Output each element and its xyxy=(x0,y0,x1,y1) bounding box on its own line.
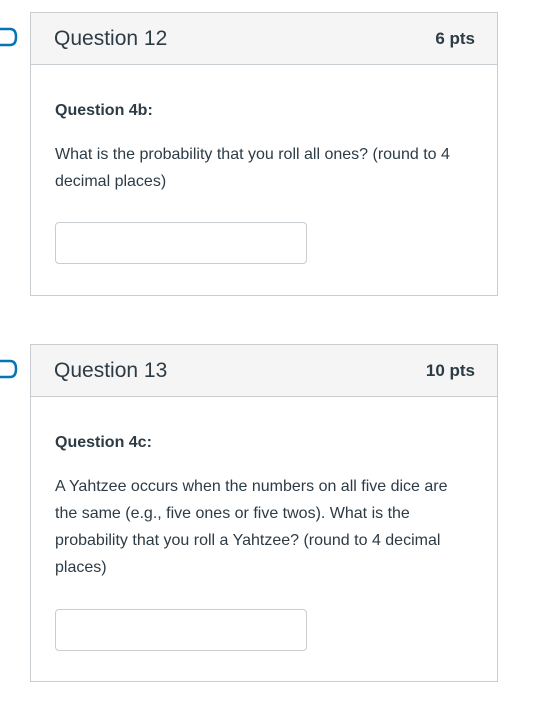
question-header: Question 12 6 pts xyxy=(31,13,497,65)
answer-input[interactable] xyxy=(55,609,307,651)
question-points: 6 pts xyxy=(435,28,475,48)
bookmark-flag-icon[interactable] xyxy=(0,359,20,379)
question-title: Question 13 xyxy=(54,358,168,382)
question-points: 10 pts xyxy=(425,360,475,380)
question-card-13: Question 13 10 pts Question 4c: A Yahtze… xyxy=(30,344,498,682)
answer-input[interactable] xyxy=(55,222,307,264)
bookmark-flag-icon[interactable] xyxy=(0,27,20,47)
question-text: What is the probability that you roll al… xyxy=(55,146,450,190)
question-header: Question 13 10 pts xyxy=(31,345,497,397)
question-title: Question 12 xyxy=(54,26,168,50)
question-subtitle: Question 4c: xyxy=(55,434,152,451)
question-body: Question 4c: A Yahtzee occurs when the n… xyxy=(31,433,497,651)
question-subtitle: Question 4b: xyxy=(55,102,153,119)
question-card-12: Question 12 6 pts Question 4b: What is t… xyxy=(30,12,498,296)
question-text: A Yahtzee occurs when the numbers on all… xyxy=(55,478,448,576)
question-body: Question 4b: What is the probability tha… xyxy=(31,101,497,264)
quiz-page: Question 12 6 pts Question 4b: What is t… xyxy=(0,0,557,708)
